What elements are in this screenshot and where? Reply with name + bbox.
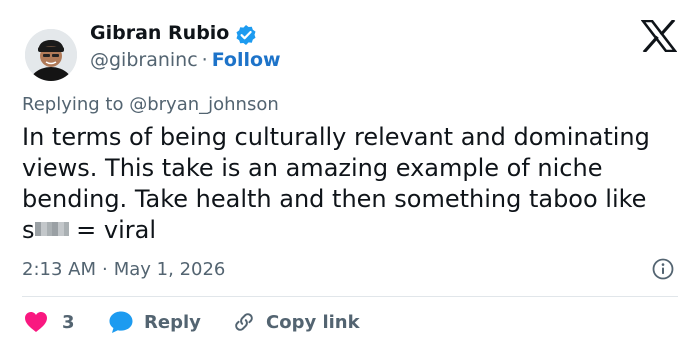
author-name[interactable]: Gibran Rubio [90,22,229,44]
tweet-date: May 1, 2026 [113,259,226,280]
reply-button[interactable]: Reply [108,307,201,337]
redacted-word [34,222,69,236]
link-icon [235,313,253,331]
timestamp[interactable]: 2:13 AM · May 1, 2026 [22,259,225,280]
tweet-card: Gibran Rubio @gibraninc · Follow Replying … [0,0,700,348]
follow-button[interactable]: Follow [212,49,281,71]
verified-badge-icon [236,25,256,45]
author-handle-row: @gibraninc · Follow [90,49,281,71]
tweet-text-end: = viral [68,216,156,244]
info-icon[interactable] [652,258,674,280]
timestamp-separator: · [102,259,108,280]
like-count: 3 [62,311,75,333]
avatar[interactable] [25,29,77,81]
tweet-text: In terms of being culturally relevant an… [22,122,662,246]
reply-mention-link[interactable]: @bryan_johnson [129,94,279,115]
avatar-icon [25,29,77,81]
author-handle[interactable]: @gibraninc [90,49,198,71]
action-bar: 3 Reply Copy link [24,307,684,337]
copy-link-button[interactable]: Copy link [232,307,360,337]
heart-icon [25,312,47,332]
copy-link-label: Copy link [266,311,360,333]
like-button[interactable]: 3 [24,307,75,337]
x-logo-icon[interactable] [641,20,677,52]
tweet-time: 2:13 AM [22,259,96,280]
handle-separator: · [201,49,208,71]
reply-bubble-icon [109,311,133,333]
divider [22,296,678,297]
replying-to-label: Replying to [22,94,124,115]
replying-to: Replying to @bryan_johnson [22,94,279,115]
reply-label: Reply [144,311,201,333]
